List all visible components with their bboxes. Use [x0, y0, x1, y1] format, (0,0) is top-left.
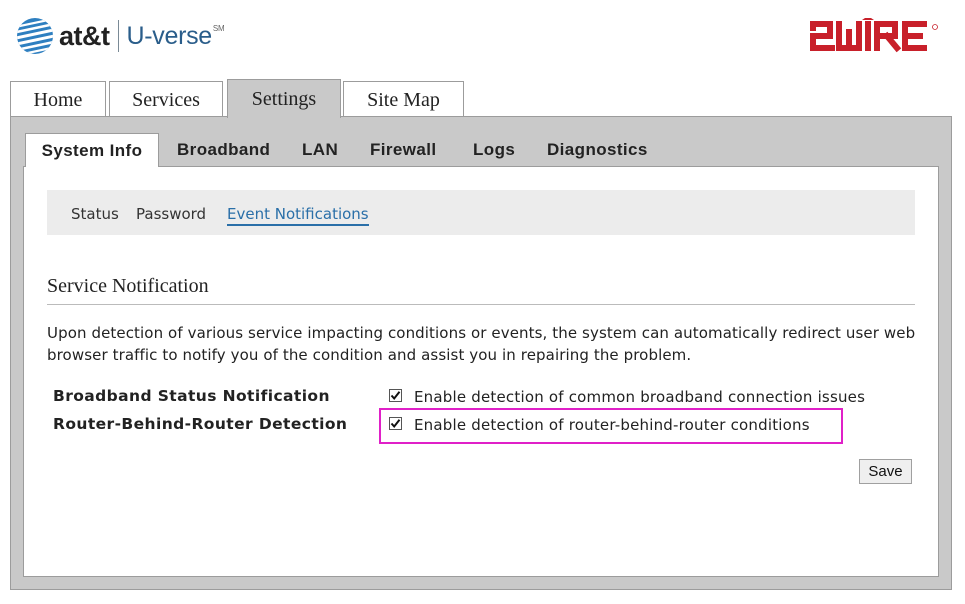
2wire-logo — [810, 18, 938, 53]
checkmark-icon — [390, 419, 401, 429]
section-divider — [47, 304, 915, 305]
uverse-wordmark: U-verseSM — [127, 22, 225, 51]
tab-broadband[interactable]: Broadband — [177, 133, 270, 166]
section-description: Upon detection of various service impact… — [47, 324, 916, 364]
save-button[interactable]: Save — [859, 459, 912, 484]
broadband-status-checkbox-label[interactable]: Enable detection of common broadband con… — [414, 388, 865, 406]
service-mark: SM — [212, 23, 225, 33]
tab-logs[interactable]: Logs — [473, 133, 515, 166]
subnav-password[interactable]: Password — [136, 204, 206, 224]
section-title: Service Notification — [47, 275, 209, 297]
subnav-event-notifications[interactable]: Event Notifications — [227, 204, 369, 226]
tab-settings[interactable]: Settings — [227, 79, 341, 118]
att-uverse-logo: at&t U-verseSM — [16, 16, 225, 56]
subnav-status[interactable]: Status — [71, 204, 119, 224]
tab-home[interactable]: Home — [10, 81, 106, 118]
uverse-label: U-verse — [126, 21, 213, 50]
tab-diagnostics[interactable]: Diagnostics — [547, 133, 648, 166]
broadband-status-label: Broadband Status Notification — [53, 387, 330, 405]
content-panel: Status Password Event Notifications Serv… — [23, 166, 939, 577]
broadband-status-checkbox[interactable] — [389, 389, 402, 402]
tab-lan[interactable]: LAN — [302, 133, 338, 166]
router-behind-router-checkbox-label[interactable]: Enable detection of router-behind-router… — [414, 416, 810, 434]
router-behind-router-label: Router-Behind-Router Detection — [53, 415, 348, 433]
system-info-subnav: Status Password Event Notifications — [47, 190, 915, 235]
tab-services[interactable]: Services — [109, 81, 223, 118]
att-globe-icon — [17, 18, 53, 54]
tab-site-map[interactable]: Site Map — [343, 81, 464, 118]
checkmark-icon — [390, 391, 401, 401]
settings-frame: System Info Broadband LAN Firewall Logs … — [10, 116, 952, 590]
logo-divider — [117, 20, 119, 52]
att-wordmark: at&t — [59, 20, 110, 51]
tab-firewall[interactable]: Firewall — [370, 133, 437, 166]
tab-system-info[interactable]: System Info — [25, 133, 159, 167]
router-behind-router-checkbox[interactable] — [389, 417, 402, 430]
